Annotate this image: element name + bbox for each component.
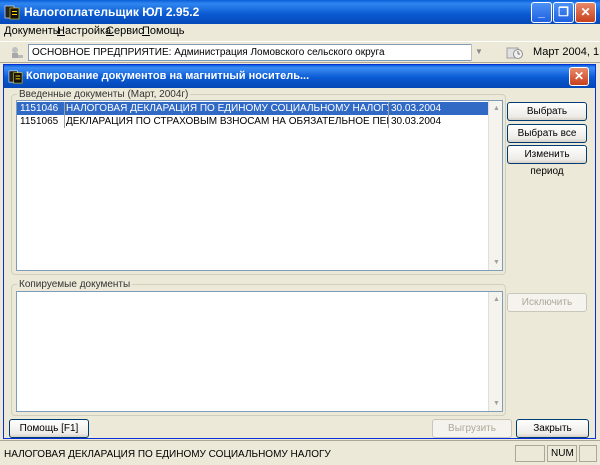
main-title-bar[interactable]: Налогоплательщик ЮЛ 2.95.2 _ ❐ ✕ [0,0,600,24]
doc-date: 30.03.2004 [388,102,489,115]
entered-documents-list[interactable]: 1151046 НАЛОГОВАЯ ДЕКЛАРАЦИЯ ПО ЕДИНОМУ … [16,100,503,271]
minimize-icon: _ [538,5,545,19]
dialog-app-icon [8,70,23,84]
menu-accelerator: С [106,25,114,37]
minimize-button[interactable]: _ [531,2,552,23]
menu-settings[interactable]: Настройка [57,25,111,37]
list-item[interactable]: 1151046 НАЛОГОВАЯ ДЕКЛАРАЦИЯ ПО ЕДИНОМУ … [17,102,488,115]
export-button[interactable]: Выгрузить [432,419,512,438]
calendar-clock-icon[interactable] [506,45,524,60]
exclude-button[interactable]: Исключить [507,293,587,312]
dialog-title: Копирование документов на магнитный носи… [26,70,310,82]
close-icon: ✕ [573,69,585,83]
scroll-down-icon[interactable]: ▼ [489,255,502,270]
close-window-button[interactable]: ✕ [575,2,596,23]
menu-help[interactable]: Помощь [142,25,185,37]
doc-code: 1151046 [20,103,59,114]
select-button[interactable]: Выбрать [507,102,587,121]
entered-list-scrollbar[interactable]: ▲ ▼ [488,101,502,270]
status-pane-empty [515,445,545,462]
scroll-up-icon[interactable]: ▲ [489,292,502,307]
copied-list-scrollbar[interactable]: ▲ ▼ [488,292,502,411]
status-bar: НАЛОГОВАЯ ДЕКЛАРАЦИЯ ПО ЕДИНОМУ СОЦИАЛЬН… [0,440,600,465]
scroll-up-icon[interactable]: ▲ [489,101,502,116]
scroll-down-icon[interactable]: ▼ [489,396,502,411]
doc-code: 1151065 [20,116,59,127]
copy-documents-dialog: Копирование документов на магнитный носи… [3,64,596,439]
status-text: НАЛОГОВАЯ ДЕКЛАРАЦИЯ ПО ЕДИНОМУ СОЦИАЛЬН… [4,449,331,460]
doc-name: ДЕКЛАРАЦИЯ ПО СТРАХОВЫМ ВЗНОСАМ НА ОБЯЗА… [64,115,388,128]
organization-dropdown-button[interactable]: ▼ [471,44,486,61]
app-icon [4,5,20,20]
close-dialog-button[interactable]: Закрыть [516,419,589,438]
menu-label-rest: омощь [149,25,185,37]
copied-documents-list[interactable]: ▲ ▼ [16,291,503,412]
entered-documents-label: Введенные документы (Март, 2004г) [17,89,191,100]
menu-label-rest: ервис [113,25,144,37]
doc-name: НАЛОГОВАЯ ДЕКЛАРАЦИЯ ПО ЕДИНОМУ СОЦИАЛЬН… [64,102,388,115]
period-display[interactable]: Март 2004, 1 [533,46,599,58]
menu-label-rest: окументы [11,25,61,37]
menu-accelerator: П [142,25,150,37]
num-lock-indicator: NUM [547,445,577,462]
change-period-button[interactable]: Изменить период [507,145,587,177]
doc-date: 30.03.2004 [388,115,489,128]
organization-select[interactable]: ОСНОВНОЕ ПРЕДПРИЯТИЕ: Администрация Ломо… [28,44,486,61]
organization-icon[interactable] [9,45,24,60]
help-button[interactable]: Помощь [F1] [9,419,89,438]
menu-service[interactable]: Сервис [106,25,144,37]
list-item[interactable]: 1151065 ДЕКЛАРАЦИЯ ПО СТРАХОВЫМ ВЗНОСАМ … [17,115,488,128]
close-icon: ✕ [580,5,591,19]
select-all-button[interactable]: Выбрать все [507,124,587,143]
menu-accelerator: Н [57,25,65,37]
menu-bar: Документы Настройка Сервис Помощь [0,24,600,41]
menu-accelerator: Д [4,25,12,37]
chevron-down-icon: ▼ [475,47,483,56]
restore-button[interactable]: ❐ [553,2,574,23]
restore-icon: ❐ [558,5,569,19]
menu-label-rest: астройка [64,25,112,37]
menu-documents[interactable]: Документы [4,25,61,37]
toolbar: ОСНОВНОЕ ПРЕДПРИЯТИЕ: Администрация Ломо… [0,41,600,63]
dialog-close-button[interactable]: ✕ [569,67,589,86]
status-pane-extra [579,445,597,462]
copied-documents-label: Копируемые документы [17,279,133,290]
dialog-title-bar[interactable]: Копирование документов на магнитный носи… [4,65,595,88]
window-title: Налогоплательщик ЮЛ 2.95.2 [24,5,200,19]
organization-select-value: ОСНОВНОЕ ПРЕДПРИЯТИЕ: Администрация Ломо… [32,47,385,58]
